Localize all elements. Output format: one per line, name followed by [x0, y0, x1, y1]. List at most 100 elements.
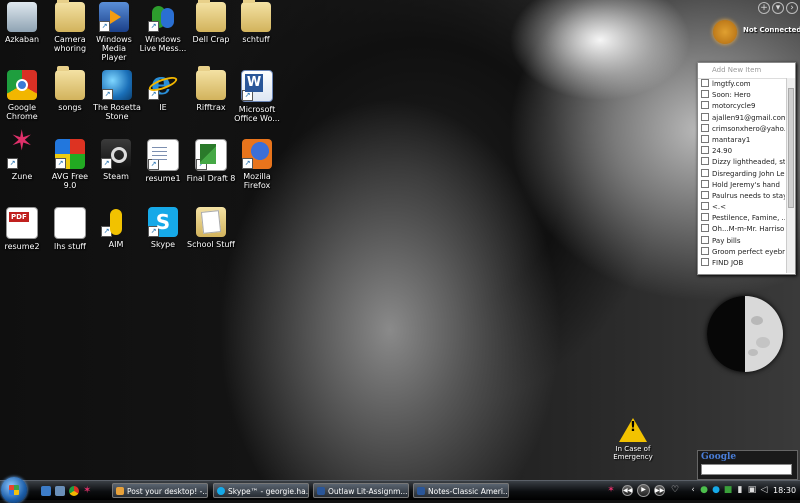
emergency-shortcut[interactable]: In Case of Emergency	[606, 418, 660, 461]
desktop-icon-label: AVG Free 9.0	[51, 172, 89, 190]
note-item[interactable]: Soon: Hero	[698, 90, 785, 101]
note-checkbox[interactable]	[701, 146, 709, 155]
start-button[interactable]	[1, 477, 27, 503]
network-tray-icon[interactable]: ▣	[747, 485, 757, 496]
desktop-icon-msn[interactable]: ↗ Windows Live Mess...	[138, 2, 188, 53]
note-checkbox[interactable]	[701, 213, 709, 222]
zune-icon[interactable]: ✶	[83, 486, 93, 496]
previous-track-button[interactable]: ◀◀	[622, 485, 633, 496]
note-checkbox[interactable]	[701, 101, 709, 110]
desktop-icon-label: IE	[159, 103, 167, 112]
note-checkbox[interactable]	[701, 202, 709, 211]
desktop-icon-songs[interactable]: songs	[45, 66, 95, 112]
skype-tray-icon[interactable]: ●	[711, 485, 721, 496]
sidebar-down-icon[interactable]: ▾	[772, 2, 784, 14]
note-checkbox[interactable]	[701, 90, 709, 99]
note-item[interactable]: 24.90	[698, 146, 785, 157]
note-item[interactable]: Groom perfect eyebr...	[698, 246, 785, 258]
task-label: Outlaw Lit-Assignm...	[328, 487, 408, 496]
desktop-icon-avg[interactable]: ↗ AVG Free 9.0	[45, 139, 95, 190]
note-checkbox[interactable]	[701, 258, 709, 266]
note-item[interactable]: lmgtfy.com	[698, 79, 785, 90]
desktop-icon-lhs[interactable]: lhs stuff	[45, 207, 95, 251]
desktop-icon-finaldraft[interactable]: ↗ Final Draft 8	[186, 139, 236, 183]
note-item[interactable]: crimsonxhero@yaho...	[698, 123, 785, 135]
note-item[interactable]: <.<	[698, 202, 785, 213]
next-track-button[interactable]: ▶▶	[654, 485, 665, 496]
note-checkbox[interactable]	[701, 179, 709, 188]
messenger-tray-icon[interactable]: ●	[699, 485, 709, 496]
notes-scrollbar[interactable]	[786, 78, 795, 273]
network-gadget[interactable]: Not Connected	[713, 20, 800, 46]
desktop-icon-dellcrap[interactable]: Dell Crap	[186, 0, 236, 44]
note-item[interactable]: Pestilence, Famine, ...	[698, 213, 785, 224]
note-checkbox[interactable]	[701, 157, 709, 166]
switch-windows-icon[interactable]	[55, 486, 65, 496]
desktop-icon-label: songs	[58, 103, 82, 112]
note-checkbox[interactable]	[701, 235, 709, 244]
note-checkbox[interactable]	[701, 79, 709, 87]
note-item[interactable]: Paulrus needs to stay...	[698, 190, 785, 202]
notes-scrollbar-thumb[interactable]	[788, 88, 794, 208]
play-button[interactable]: ▶	[637, 484, 650, 497]
taskbar-task[interactable]: Notes-Classic Ameri...	[413, 483, 509, 498]
notes-gadget[interactable]: Add New Item lmgtfy.com Soon: Hero motorcy…	[697, 62, 796, 275]
taskbar-clock[interactable]: 18:30	[773, 484, 796, 497]
note-item[interactable]: Pay bills	[698, 235, 785, 247]
desktop-icon-schoolstuff[interactable]: School Stuff	[186, 207, 236, 249]
add-note-button[interactable]: Add New Item	[698, 63, 795, 79]
desktop-icon-zune[interactable]: ↗ Zune	[0, 136, 47, 181]
desktop-icon-resume2[interactable]: resume2	[0, 207, 47, 251]
battery-icon[interactable]: ▮	[735, 485, 745, 496]
ie-icon: ↗	[148, 64, 178, 102]
taskbar-task[interactable]: Post your desktop! -...	[112, 483, 208, 498]
zune-tray-icon[interactable]: ✶	[606, 485, 616, 496]
desktop-icon-steam[interactable]: ↗ Steam	[91, 139, 141, 181]
note-item[interactable]: Oh...M-m-Mr. Harriso...	[698, 224, 785, 235]
note-checkbox[interactable]	[701, 112, 709, 121]
note-item[interactable]: Hold Jeremy's hand	[698, 179, 785, 191]
desktop-icon-schtuff[interactable]: schtuff	[231, 0, 281, 44]
note-checkbox[interactable]	[701, 134, 709, 143]
heart-icon[interactable]: ♡	[670, 485, 680, 496]
note-item[interactable]: motorcycle9	[698, 101, 785, 112]
note-item[interactable]: ajallen91@gmail.com	[698, 112, 785, 124]
sidebar-next-icon[interactable]: ›	[786, 2, 798, 14]
note-item[interactable]: mantaray1	[698, 134, 785, 146]
taskbar-task[interactable]: Outlaw Lit-Assignm...	[313, 483, 409, 498]
note-checkbox[interactable]	[701, 224, 709, 233]
desktop-icon-rosetta[interactable]: ↗ The Rosetta Stone	[92, 70, 142, 121]
note-checkbox[interactable]	[701, 246, 709, 255]
chrome-icon[interactable]	[69, 486, 79, 496]
note-text: Pestilence, Famine, ...	[712, 214, 785, 223]
desktop-icon-chrome[interactable]: Google Chrome	[0, 70, 47, 121]
taskbar-task[interactable]: Skype™ - georgie.ha...	[213, 483, 309, 498]
note-item[interactable]: Disregarding John Le...	[698, 168, 785, 180]
note-checkbox[interactable]	[701, 123, 709, 132]
desktop-icon-wmp[interactable]: ↗ Windows Media Player	[89, 2, 139, 62]
desktop-icon-camera[interactable]: Camera whoring	[45, 0, 95, 53]
note-item[interactable]: FIND JOB	[698, 258, 785, 269]
desktop-icon-skype[interactable]: ↗ Skype	[138, 207, 188, 249]
taskbar: ✶ Post your desktop! -... Skype™ - georg…	[0, 477, 800, 503]
document-icon: ↗	[147, 139, 179, 171]
volume-icon[interactable]: ◁	[759, 485, 769, 496]
google-search-input[interactable]	[701, 464, 792, 475]
desktop-icon-msoffice[interactable]: ↗ Microsoft Office Wo...	[232, 70, 282, 123]
desktop-icon-resume1[interactable]: ↗ resume1	[138, 139, 188, 183]
sidebar-add-icon[interactable]: +	[758, 2, 770, 14]
desktop-icon-rifftrax[interactable]: Rifftrax	[186, 66, 236, 112]
pdf-icon	[6, 207, 38, 239]
desktop-icon-firefox[interactable]: ↗ Mozilla Firefox	[232, 139, 282, 190]
note-checkbox[interactable]	[701, 168, 709, 177]
task-label: Notes-Classic Ameri...	[428, 487, 509, 496]
note-item[interactable]: Dizzy lightheaded, st...	[698, 157, 785, 168]
desktop-icon-ie[interactable]: ↗ IE	[138, 64, 188, 112]
tray-expand-icon[interactable]: ‹	[688, 485, 698, 496]
desktop-icon-aim[interactable]: ↗ AIM	[91, 207, 141, 249]
messenger-icon: ↗	[148, 2, 178, 32]
avg-tray-icon[interactable]: ■	[723, 485, 733, 496]
desktop-icon-recycle-bin[interactable]: Azkaban	[0, 2, 47, 44]
show-desktop-icon[interactable]	[41, 486, 51, 496]
note-checkbox[interactable]	[701, 190, 709, 199]
